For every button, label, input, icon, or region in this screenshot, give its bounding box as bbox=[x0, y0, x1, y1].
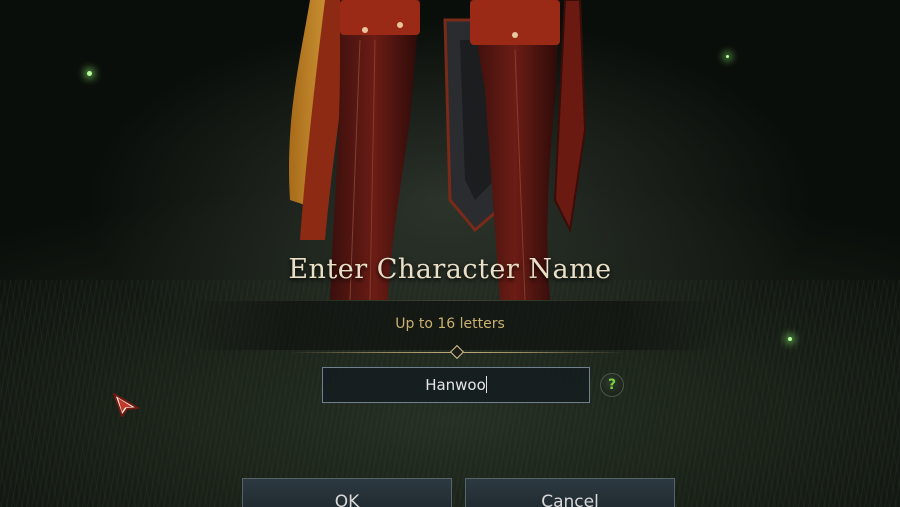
question-mark-icon[interactable]: ? bbox=[600, 373, 624, 397]
firefly-particle bbox=[87, 71, 92, 76]
name-length-hint: Up to 16 letters bbox=[395, 316, 505, 332]
firefly-particle bbox=[788, 337, 792, 341]
arrow-cursor-icon bbox=[113, 393, 139, 417]
text-caret bbox=[485, 376, 487, 393]
cancel-button[interactable]: Cancel bbox=[465, 478, 675, 507]
firefly-particle bbox=[726, 55, 729, 58]
character-name-value: Hanwoo bbox=[425, 376, 486, 394]
character-creation-scene: Enter Character Name Up to 16 letters Ha… bbox=[0, 0, 900, 507]
character-name-input[interactable]: Hanwoo bbox=[322, 367, 590, 403]
ok-button[interactable]: OK bbox=[242, 478, 452, 507]
dialog-title: Enter Character Name bbox=[288, 254, 612, 285]
band-top-rule bbox=[190, 300, 720, 301]
